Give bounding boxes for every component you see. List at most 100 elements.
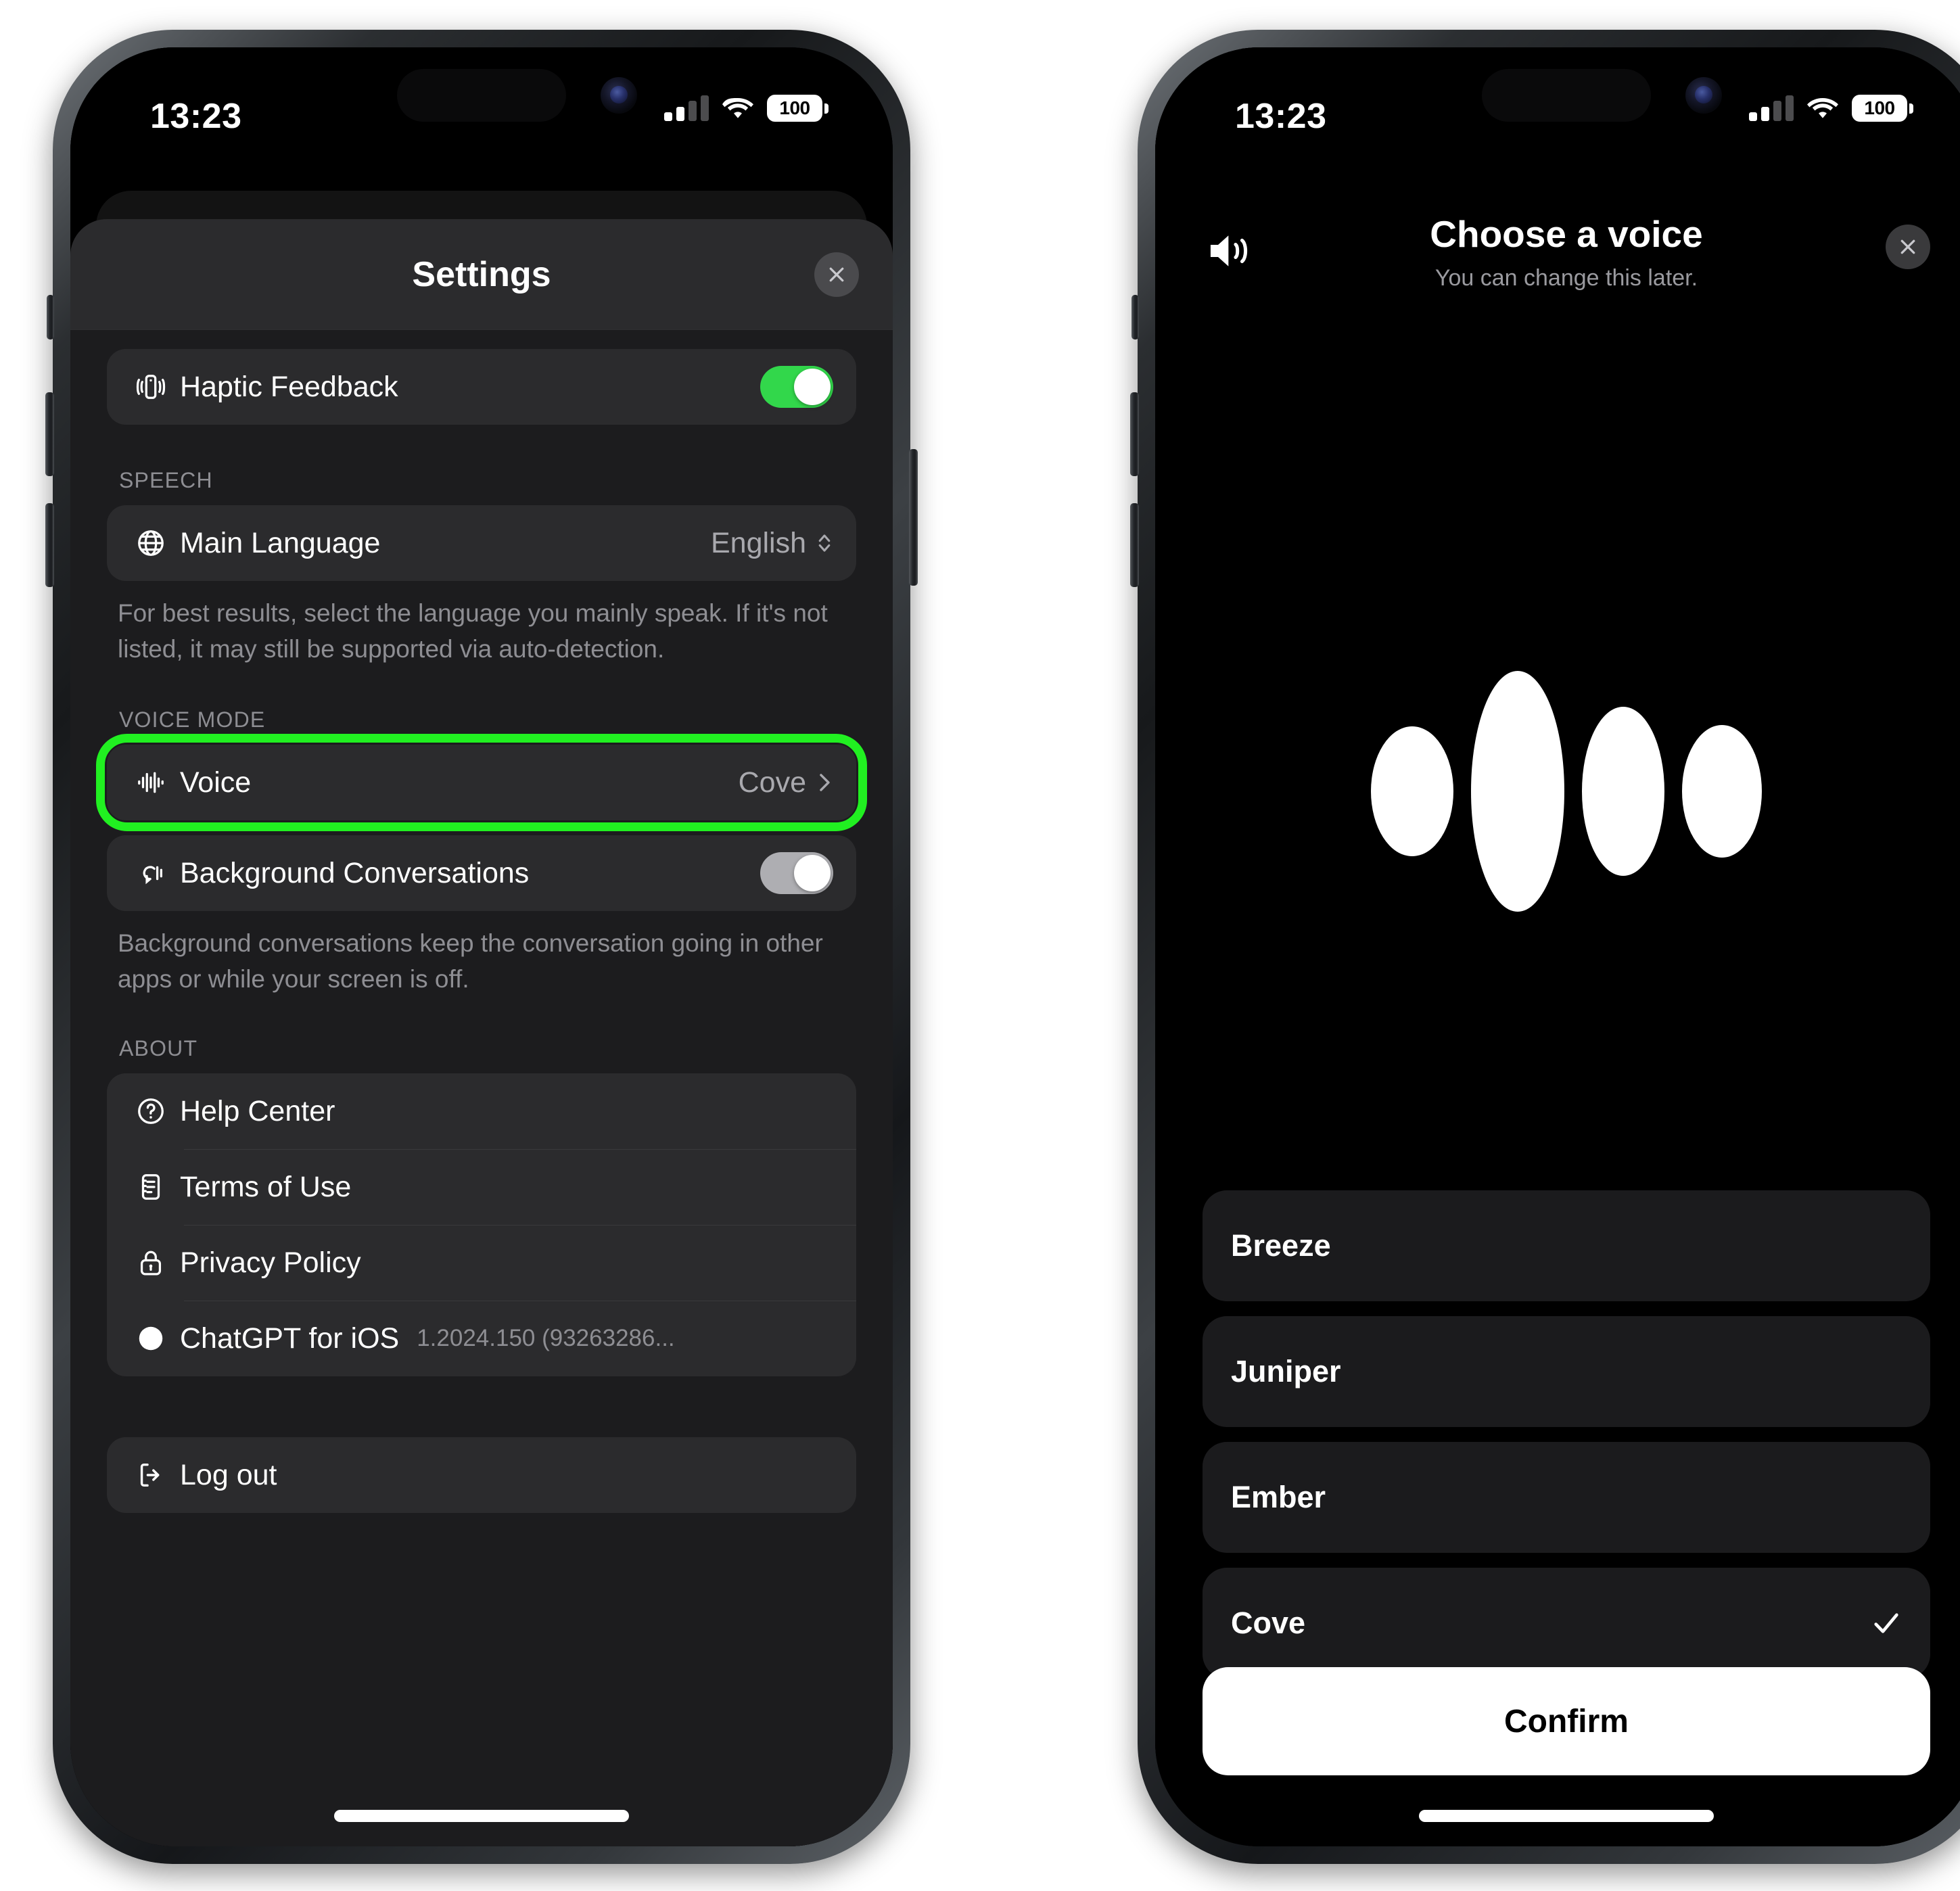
cellular-bars-icon: [664, 95, 709, 121]
question-circle-icon: [130, 1096, 172, 1127]
page-title: Choose a voice: [1430, 213, 1703, 255]
lock-icon: [130, 1247, 172, 1278]
row-terms-of-use[interactable]: Terms of Use: [107, 1149, 856, 1225]
voice-group: Voice Cove: [107, 745, 856, 821]
status-clock: 13:23: [150, 97, 242, 136]
volume-up-button[interactable]: [45, 392, 54, 476]
screenshot-canvas: 13:23 100 Settings Haptic Feedback SPEEC…: [0, 0, 1960, 1891]
logout-group: Log out: [107, 1437, 856, 1514]
close-icon[interactable]: [1886, 225, 1930, 269]
about-group: Help Center Terms of Use Privacy Policy …: [107, 1073, 856, 1377]
dynamic-island: [1482, 69, 1651, 122]
voice-option-ember[interactable]: Ember: [1203, 1442, 1930, 1553]
silent-switch[interactable]: [47, 295, 54, 340]
power-button[interactable]: [909, 449, 918, 586]
status-clock: 13:23: [1235, 97, 1327, 136]
status-indicators: 100: [1749, 95, 1913, 122]
battery-icon: 100: [767, 95, 829, 122]
confirm-button[interactable]: Confirm: [1203, 1667, 1930, 1775]
app-version: 1.2024.150 (93263286...: [417, 1325, 675, 1352]
voice-waveform-visualizer: [1155, 643, 1960, 940]
choose-voice-header: Choose a voice You can change this later…: [1155, 212, 1960, 314]
haptic-vibration-icon: [130, 371, 172, 402]
voice-option-breeze[interactable]: Breeze: [1203, 1190, 1930, 1301]
speech-footnote: For best results, select the language yo…: [118, 599, 828, 663]
globe-icon: [130, 528, 172, 559]
settings-scroll-area[interactable]: Haptic Feedback SPEECH Main Language Eng…: [70, 330, 893, 1846]
chevron-right-icon: [820, 774, 830, 791]
row-help-center[interactable]: Help Center: [107, 1073, 856, 1149]
row-chatgpt-for-ios[interactable]: ChatGPT for iOS 1.2024.150 (93263286...: [107, 1301, 856, 1376]
voice-label: Voice: [180, 766, 252, 799]
help-center-label: Help Center: [180, 1094, 335, 1127]
voice-row-highlight-wrapper: Voice Cove: [96, 734, 867, 832]
voice-option-label: Breeze: [1231, 1228, 1331, 1263]
haptic-group: Haptic Feedback: [107, 349, 856, 425]
voice-options-list: Breeze Juniper Ember Cove: [1203, 1190, 1930, 1694]
row-voice[interactable]: Voice Cove: [107, 745, 856, 820]
section-header-speech: SPEECH: [119, 468, 213, 492]
battery-level: 100: [779, 97, 810, 118]
openai-logo-icon: [130, 1323, 172, 1354]
log-out-label: Log out: [180, 1458, 277, 1491]
voice-option-cove[interactable]: Cove: [1203, 1568, 1930, 1679]
battery-level: 100: [1864, 97, 1895, 118]
silent-switch[interactable]: [1131, 295, 1139, 340]
status-indicators: 100: [664, 95, 829, 122]
phone-right-screen: 13:23 100 Choose a voice You can change …: [1155, 47, 1960, 1846]
waveform-icon: [130, 767, 172, 798]
background-conversations-group: Background Conversations: [107, 835, 856, 912]
background-conversations-footnote: Background conversations keep the conver…: [118, 929, 823, 993]
visualizer-bar-4: [1682, 725, 1762, 858]
voice-value: Cove: [738, 766, 806, 799]
background-conversations-label: Background Conversations: [180, 856, 530, 889]
row-background-conversations[interactable]: Background Conversations: [107, 835, 856, 911]
page-title: Settings: [412, 254, 551, 294]
home-indicator-left[interactable]: [334, 1810, 629, 1822]
close-icon[interactable]: [814, 252, 859, 297]
settings-sheet: Settings Haptic Feedback SPEECH Main Lan…: [70, 219, 893, 1846]
row-main-language[interactable]: Main Language English: [107, 505, 856, 581]
voice-option-label: Cove: [1231, 1606, 1306, 1640]
section-header-voice-mode: VOICE MODE: [119, 707, 266, 732]
haptic-feedback-toggle[interactable]: [760, 366, 833, 408]
status-bar-right: 13:23 100: [1155, 47, 1960, 173]
speaker-wave-icon[interactable]: [1205, 229, 1255, 273]
voice-value-group: Cove: [739, 766, 833, 799]
terms-of-use-label: Terms of Use: [180, 1170, 352, 1203]
voice-option-label: Ember: [1231, 1480, 1326, 1514]
checkmark-icon: [1874, 1613, 1898, 1633]
main-language-value-group: English: [711, 527, 833, 560]
volume-down-button[interactable]: [45, 503, 54, 587]
wifi-icon: [722, 98, 753, 118]
voice-option-label: Juniper: [1231, 1354, 1341, 1388]
wifi-icon: [1807, 98, 1838, 118]
haptic-feedback-label: Haptic Feedback: [180, 370, 398, 403]
visualizer-bar-1: [1371, 726, 1453, 856]
document-icon: [130, 1171, 172, 1203]
section-header-about: ABOUT: [119, 1036, 198, 1061]
visualizer-bar-2: [1471, 671, 1564, 912]
cellular-bars-icon: [1749, 95, 1794, 121]
logout-icon: [130, 1460, 172, 1491]
visualizer-bar-3: [1582, 707, 1664, 876]
front-camera-icon: [1685, 77, 1722, 114]
home-indicator-right[interactable]: [1419, 1810, 1714, 1822]
privacy-policy-label: Privacy Policy: [180, 1246, 361, 1279]
main-language-label: Main Language: [180, 526, 381, 559]
voice-option-juniper[interactable]: Juniper: [1203, 1316, 1930, 1427]
background-audio-icon: [130, 858, 172, 889]
row-haptic-feedback[interactable]: Haptic Feedback: [107, 349, 856, 425]
page-subtitle: You can change this later.: [1434, 265, 1698, 291]
volume-down-button[interactable]: [1130, 503, 1139, 587]
row-privacy-policy[interactable]: Privacy Policy: [107, 1225, 856, 1301]
speech-group: Main Language English: [107, 505, 856, 581]
background-conversations-toggle[interactable]: [760, 852, 833, 895]
battery-icon: 100: [1852, 95, 1913, 122]
front-camera-icon: [601, 77, 637, 114]
main-language-value: English: [710, 526, 806, 559]
volume-up-button[interactable]: [1130, 392, 1139, 476]
row-log-out[interactable]: Log out: [107, 1437, 856, 1513]
dynamic-island: [397, 69, 566, 122]
choose-voice-screen: 13:23 100 Choose a voice You can change …: [1155, 47, 1960, 1846]
